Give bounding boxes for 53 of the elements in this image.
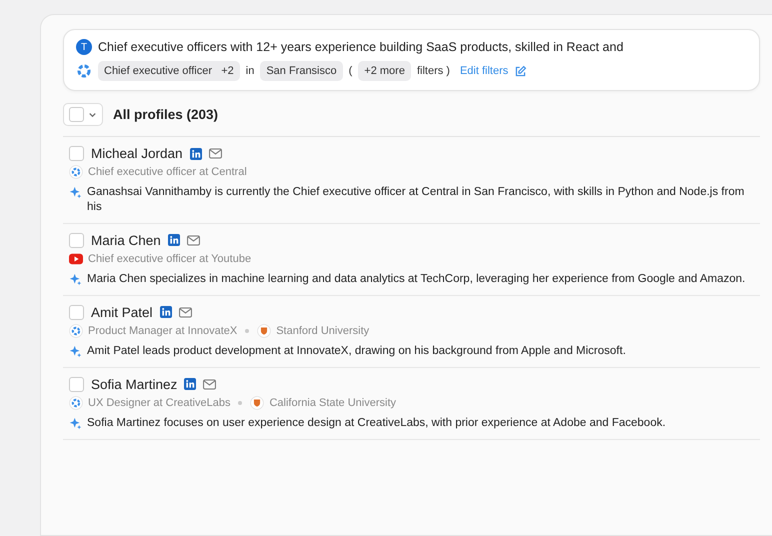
shield-logo-icon bbox=[257, 324, 272, 338]
edit-filters-link[interactable]: Edit filters bbox=[460, 65, 508, 77]
select-all-checkbox[interactable] bbox=[69, 107, 84, 122]
edit-icon[interactable] bbox=[514, 64, 528, 78]
separator-dot bbox=[238, 400, 242, 405]
profile-name[interactable]: Maria Chen bbox=[91, 232, 161, 248]
profile-name[interactable]: Amit Patel bbox=[91, 304, 153, 320]
profile-summary: Maria Chen specializes in machine learning and data analytics at TechCorp, leveraging her experience from Google and Amazon. bbox=[87, 272, 746, 287]
sparkle-icon bbox=[69, 344, 82, 358]
linkedin-icon[interactable] bbox=[190, 148, 202, 160]
profile-summary: Sofia Martinez focuses on user experience design at CreativeLabs, with prior experience at Adobe and Facebook. bbox=[87, 416, 666, 431]
gear-logo-icon bbox=[69, 165, 83, 179]
linkedin-icon[interactable] bbox=[160, 306, 172, 318]
separator-dot bbox=[245, 328, 250, 333]
sparkle-icon bbox=[69, 416, 82, 430]
filter-text: ( bbox=[348, 65, 352, 77]
list-title: All profiles (203) bbox=[113, 107, 218, 122]
job-title: UX Designer at CreativeLabs bbox=[88, 396, 230, 409]
row-checkbox[interactable] bbox=[69, 146, 84, 161]
sparkle-icon bbox=[69, 272, 82, 286]
school-name: California State University bbox=[269, 396, 396, 409]
job-title: Chief executive officer at Central bbox=[88, 166, 247, 178]
job-title: Product Manager at InnovateX bbox=[88, 324, 238, 337]
mail-icon[interactable] bbox=[208, 148, 222, 159]
filter-text: filters ) bbox=[416, 65, 450, 77]
filter-text: in bbox=[246, 65, 254, 77]
row-checkbox[interactable] bbox=[69, 304, 84, 320]
sparkle-icon bbox=[69, 186, 82, 199]
mail-icon[interactable] bbox=[203, 378, 216, 390]
chevron-down-icon[interactable] bbox=[88, 110, 97, 119]
query-text: Chief executive officers with 12+ years experience building SaaS products, skilled in React and bbox=[98, 40, 624, 54]
user-avatar: T bbox=[76, 39, 92, 55]
gear-logo-icon bbox=[69, 396, 83, 410]
shield-logo-icon bbox=[250, 396, 264, 410]
profile-name[interactable]: Micheal Jordan bbox=[91, 146, 183, 161]
mail-icon[interactable] bbox=[186, 234, 200, 246]
filter-chip[interactable]: +2 more bbox=[358, 61, 411, 81]
play-logo-icon bbox=[69, 252, 83, 266]
linkedin-icon[interactable] bbox=[168, 234, 180, 246]
mail-icon[interactable] bbox=[178, 306, 192, 318]
profile-summary: Amit Patel leads product development at InnovateX, drawing on his background from Apple and Microsoft. bbox=[87, 344, 626, 359]
row-checkbox[interactable] bbox=[69, 376, 84, 392]
filter-chip[interactable]: Chief executive officer +2 bbox=[98, 61, 240, 81]
linkedin-icon[interactable] bbox=[184, 378, 196, 390]
gear-icon bbox=[76, 63, 92, 79]
school-name: Stanford University bbox=[276, 324, 370, 337]
profile-summary: Ganashsai Vannithamby is currently the Chief executive officer at Central in San Francisco, with skills in Python and Node.js from his bbox=[87, 185, 746, 215]
gear-logo-icon bbox=[69, 324, 83, 338]
query-box[interactable]: T Chief executive officers with 12+ years experience building SaaS products, skilled in React and Chief executive officer +2 in San Fransisco ( +2 more filters ) Edit filters bbox=[63, 29, 760, 91]
row-checkbox[interactable] bbox=[69, 232, 84, 248]
job-title: Chief executive officer at Youtube bbox=[88, 252, 252, 265]
filter-chip[interactable]: San Fransisco bbox=[260, 61, 343, 81]
profile-name[interactable]: Sofia Martinez bbox=[91, 376, 178, 392]
